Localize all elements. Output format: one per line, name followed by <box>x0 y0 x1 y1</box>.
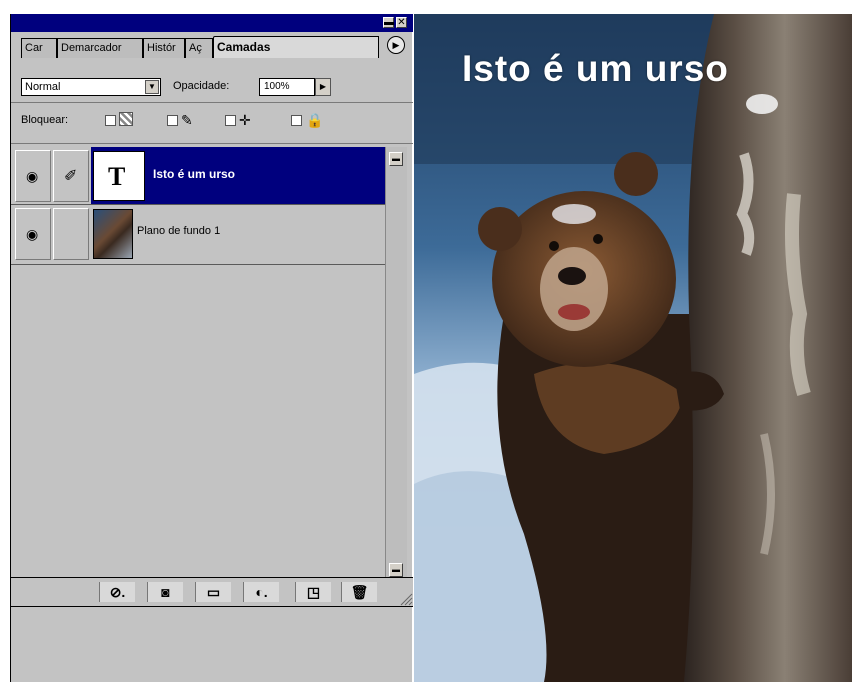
layer-style-button[interactable]: ⊘. <box>99 582 135 602</box>
minimize-button[interactable]: ▬ <box>383 17 394 28</box>
layers-toolbar: ⊘. ◙ ▭ ◐. ◳ 🗑 <box>11 577 413 607</box>
text-layer-icon: T <box>108 162 126 191</box>
lock-icon: 🔒 <box>306 112 324 128</box>
delete-layer-button[interactable]: 🗑 <box>341 582 377 602</box>
brush-icon: ✐ <box>64 168 78 185</box>
layer-thumbnail <box>93 209 133 259</box>
link-toggle[interactable]: ✐ <box>53 150 89 202</box>
tab-historico[interactable]: Histór <box>143 38 185 58</box>
add-mask-button[interactable]: ◙ <box>147 582 183 602</box>
bear-photo <box>414 14 852 682</box>
palette-tabs: Car Demarcador Histór Aç Camadas ▶ <box>11 32 413 58</box>
lock-row: Bloquear: ✎ ✛ 🔒 <box>11 103 413 144</box>
tab-demarcador[interactable]: Demarcador <box>57 38 143 58</box>
blend-mode-value: Normal <box>25 81 61 93</box>
lock-transparency-checkbox[interactable] <box>105 115 116 126</box>
opacity-input[interactable]: 100% <box>259 78 315 96</box>
chevron-down-icon[interactable]: ▼ <box>145 80 159 94</box>
move-icon: ✛ <box>239 112 251 128</box>
new-group-button[interactable]: ▭ <box>195 582 231 602</box>
layer-row[interactable]: ◉ ✐ T Isto é um urso <box>11 147 385 205</box>
palette-menu-button[interactable]: ▶ <box>387 36 405 54</box>
transparency-icon <box>119 112 133 126</box>
triangle-right-icon: ▶ <box>392 40 400 50</box>
blend-row: Normal ▼ Opacidade: 100% ▶ <box>11 60 413 103</box>
tab-camadas[interactable]: Camadas <box>213 36 379 58</box>
scroll-up-button[interactable]: ▬ <box>389 152 403 166</box>
layer-name-cell[interactable]: T Isto é um urso <box>91 147 385 204</box>
eye-icon: ◉ <box>26 168 39 184</box>
visibility-toggle[interactable]: ◉ <box>15 208 51 260</box>
brush-icon: ✎ <box>181 112 193 128</box>
layer-thumbnail: T <box>93 151 145 201</box>
trash-icon: 🗑 <box>350 584 369 600</box>
tab-acoes[interactable]: Aç <box>185 38 213 58</box>
eye-icon: ◉ <box>26 226 39 242</box>
lock-image-checkbox[interactable] <box>167 115 178 126</box>
adjustment-layer-icon: ◐. <box>255 584 268 600</box>
tab-car[interactable]: Car <box>21 38 57 58</box>
photo-text-overlay: Isto é um urso <box>462 48 729 89</box>
new-layer-icon: ◳ <box>306 584 321 600</box>
layer-row[interactable]: ◉ Plano de fundo 1 <box>11 205 385 265</box>
lock-all-checkbox[interactable] <box>291 115 302 126</box>
blend-mode-select[interactable]: Normal ▼ <box>21 78 161 96</box>
adjustment-layer-button[interactable]: ◐. <box>243 582 279 602</box>
folder-icon: ▭ <box>206 584 221 600</box>
layers-scrollbar[interactable]: ▬ ▬ <box>385 147 407 595</box>
layer-name-cell[interactable]: Plano de fundo 1 <box>91 205 385 264</box>
scroll-down-button[interactable]: ▬ <box>389 563 403 577</box>
close-button[interactable]: ✕ <box>396 17 407 28</box>
layer-style-icon: ⊘. <box>109 584 126 600</box>
layer-name: Isto é um urso <box>153 167 236 181</box>
layer-name: Plano de fundo 1 <box>137 225 221 237</box>
opacity-slider-button[interactable]: ▶ <box>315 78 331 96</box>
layers-list: ◉ ✐ T Isto é um urso ◉ Plano de fundo 1 <box>11 147 385 577</box>
palette-titlebar[interactable]: ▬ ✕ <box>11 14 413 32</box>
visibility-toggle[interactable]: ◉ <box>15 150 51 202</box>
canvas-image: Isto é um urso <box>414 14 852 682</box>
opacity-label: Opacidade: <box>173 80 230 92</box>
lock-position-checkbox[interactable] <box>225 115 236 126</box>
mask-icon: ◙ <box>161 584 170 600</box>
resize-grip[interactable] <box>397 590 413 606</box>
link-toggle[interactable] <box>53 208 89 260</box>
lock-label: Bloquear: <box>21 114 69 126</box>
new-layer-button[interactable]: ◳ <box>295 582 331 602</box>
layers-palette: ▬ ✕ Car Demarcador Histór Aç Camadas ▶ N… <box>10 14 413 682</box>
